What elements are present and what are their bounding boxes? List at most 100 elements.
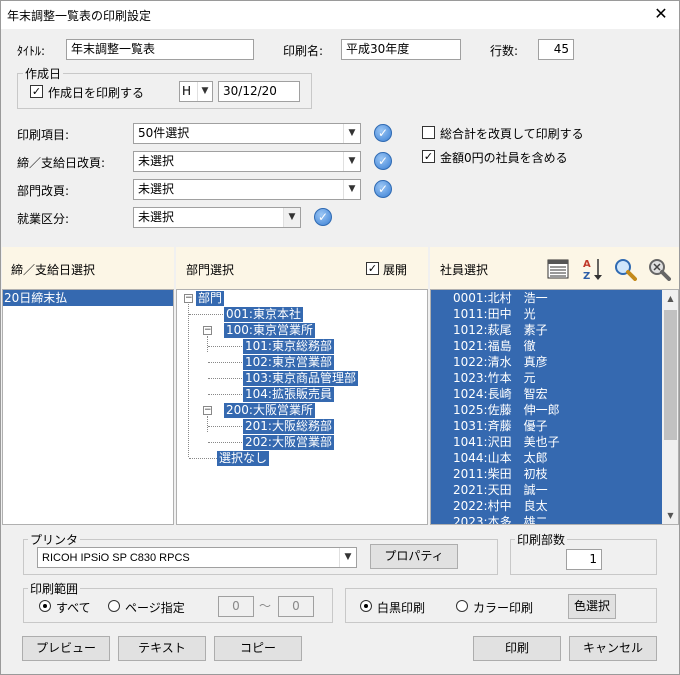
- color-select-button[interactable]: 色選択: [568, 594, 616, 619]
- collapse-icon[interactable]: −: [203, 406, 212, 415]
- dept-break-select[interactable]: 未選択 ▼: [133, 179, 361, 200]
- dept-tree[interactable]: − − − 部門 001:東京本社 100:東京営業所 101:東京総務部 10…: [176, 289, 428, 525]
- print-button[interactable]: 印刷: [473, 636, 561, 661]
- rows-label: 行数:: [490, 44, 519, 58]
- close-icon[interactable]: ✕: [649, 3, 673, 25]
- closing-panel-header: 締／支給日選択: [2, 247, 174, 289]
- list-item[interactable]: 20日締末払: [3, 290, 173, 306]
- emp-list[interactable]: 0001:北村 浩一 1011:田中 光 1012:萩尾 素子 1021:福島 …: [430, 289, 679, 525]
- copy-button[interactable]: コピー: [214, 636, 302, 661]
- zero-amount-label: 金額0円の社員を含める: [440, 151, 568, 165]
- check-circle-icon[interactable]: ✓: [374, 152, 392, 170]
- tree-node[interactable]: 101:東京総務部: [243, 339, 334, 354]
- tree-line: [208, 362, 242, 363]
- tree-node[interactable]: 100:東京営業所: [224, 323, 315, 338]
- check-circle-icon[interactable]: ✓: [314, 208, 332, 226]
- list-item[interactable]: 2021:天田 誠一: [431, 482, 663, 498]
- expand-label: 展開: [383, 263, 408, 277]
- title-input[interactable]: 年末調整一覧表: [66, 39, 254, 60]
- chevron-down-icon: ▼: [343, 124, 360, 143]
- rows-input[interactable]: 45: [538, 39, 574, 60]
- tree-line: [189, 314, 223, 315]
- cancel-button[interactable]: キャンセル: [569, 636, 657, 661]
- era-value: H: [182, 84, 192, 98]
- preview-button[interactable]: プレビュー: [22, 636, 110, 661]
- tree-node[interactable]: 選択なし: [217, 451, 270, 466]
- properties-button[interactable]: プロパティ: [370, 544, 458, 569]
- list-item[interactable]: 2011:柴田 初枝: [431, 466, 663, 482]
- sort-az-icon[interactable]: A Z: [582, 256, 604, 282]
- scroll-up-icon[interactable]: ▲: [662, 290, 678, 307]
- emp-scrollbar[interactable]: ▲ ▼: [662, 290, 678, 524]
- list-item[interactable]: 0001:北村 浩一: [431, 290, 663, 306]
- total-break-checkbox[interactable]: [422, 126, 435, 139]
- tree-line: [208, 426, 242, 427]
- list-item[interactable]: 1031:斉藤 優子: [431, 418, 663, 434]
- tree-line: [188, 304, 189, 457]
- scroll-thumb[interactable]: [664, 310, 677, 440]
- scroll-down-icon[interactable]: ▼: [662, 507, 678, 524]
- range-page-radio[interactable]: [108, 600, 120, 612]
- range-page-label: ページ指定: [125, 601, 185, 615]
- tree-line: [189, 458, 217, 459]
- list-item[interactable]: 1012:萩尾 素子: [431, 322, 663, 338]
- title-bar: 年末調整一覧表の印刷設定 ✕: [1, 1, 679, 29]
- list-item[interactable]: 2023:本多 雄二: [431, 514, 663, 524]
- magnifier-icon[interactable]: [613, 257, 637, 281]
- range-all-radio[interactable]: [39, 600, 51, 612]
- print-items-label: 印刷項目:: [17, 128, 70, 142]
- list-item[interactable]: 1023:竹本 元: [431, 370, 663, 386]
- print-items-select[interactable]: 50件選択 ▼: [133, 123, 361, 144]
- mono-label: 白黒印刷: [377, 601, 426, 615]
- print-date-checkbox[interactable]: ✓: [30, 85, 43, 98]
- expand-checkbox[interactable]: ✓: [366, 262, 379, 275]
- list-item[interactable]: 1011:田中 光: [431, 306, 663, 322]
- tree-node[interactable]: 104:拡張販売員: [243, 387, 334, 402]
- mono-radio[interactable]: [360, 600, 372, 612]
- employment-select[interactable]: 未選択 ▼: [133, 207, 301, 228]
- printer-select[interactable]: RICOH IPSiO SP C830 RPCS ▼: [37, 547, 357, 568]
- closing-list[interactable]: 20日締末払: [2, 289, 174, 525]
- table-icon[interactable]: [547, 258, 569, 280]
- emp-panel-title: 社員選択: [440, 263, 489, 277]
- check-circle-icon[interactable]: ✓: [374, 180, 392, 198]
- collapse-icon[interactable]: −: [203, 326, 212, 335]
- tree-node[interactable]: 200:大阪営業所: [224, 403, 315, 418]
- tree-node[interactable]: 201:大阪総務部: [243, 419, 334, 434]
- color-radio[interactable]: [456, 600, 468, 612]
- total-break-label: 総合計を改頁して印刷する: [440, 127, 584, 141]
- list-item[interactable]: 1041:沢田 美也子: [431, 434, 663, 450]
- closing-select[interactable]: 未選択 ▼: [133, 151, 361, 172]
- list-item[interactable]: 1022:清水 真彦: [431, 354, 663, 370]
- text-button[interactable]: テキスト: [118, 636, 206, 661]
- chevron-down-icon: ▼: [343, 152, 360, 171]
- list-item[interactable]: 1024:長崎 智宏: [431, 386, 663, 402]
- range-all-label: すべて: [56, 601, 91, 615]
- collapse-icon[interactable]: −: [184, 294, 193, 303]
- page-from-input[interactable]: 0: [218, 596, 254, 617]
- tree-node[interactable]: 102:東京営業部: [243, 355, 334, 370]
- tree-node[interactable]: 202:大阪営業部: [243, 435, 334, 450]
- tree-node[interactable]: 001:東京本社: [224, 307, 303, 322]
- copies-input[interactable]: 1: [566, 549, 602, 570]
- list-item[interactable]: 1044:山本 太郎: [431, 450, 663, 466]
- date-input[interactable]: 30/12/20: [218, 81, 300, 102]
- tree-line: [208, 394, 242, 395]
- page-to-input[interactable]: 0: [278, 596, 314, 617]
- list-item[interactable]: 1021:福島 徹: [431, 338, 663, 354]
- print-name-label: 印刷名:: [283, 44, 324, 58]
- magnifier-clear-icon[interactable]: [647, 257, 671, 281]
- check-circle-icon[interactable]: ✓: [374, 124, 392, 142]
- list-item[interactable]: 1025:佐藤 伸一郎: [431, 402, 663, 418]
- print-name-input[interactable]: 平成30年度: [341, 39, 461, 60]
- list-item[interactable]: 2022:村中 良太: [431, 498, 663, 514]
- tree-node[interactable]: 103:東京商品管理部: [243, 371, 358, 386]
- zero-amount-checkbox[interactable]: ✓: [422, 150, 435, 163]
- tree-node[interactable]: 部門: [196, 291, 225, 306]
- tilde-label: 〜: [259, 599, 272, 613]
- title-label: ﾀｲﾄﾙ:: [17, 44, 46, 58]
- dept-break-label: 部門改頁:: [17, 184, 70, 198]
- era-select[interactable]: H ▼: [179, 81, 213, 102]
- copies-group-label: 印刷部数: [515, 531, 568, 548]
- chevron-down-icon: ▼: [197, 82, 212, 101]
